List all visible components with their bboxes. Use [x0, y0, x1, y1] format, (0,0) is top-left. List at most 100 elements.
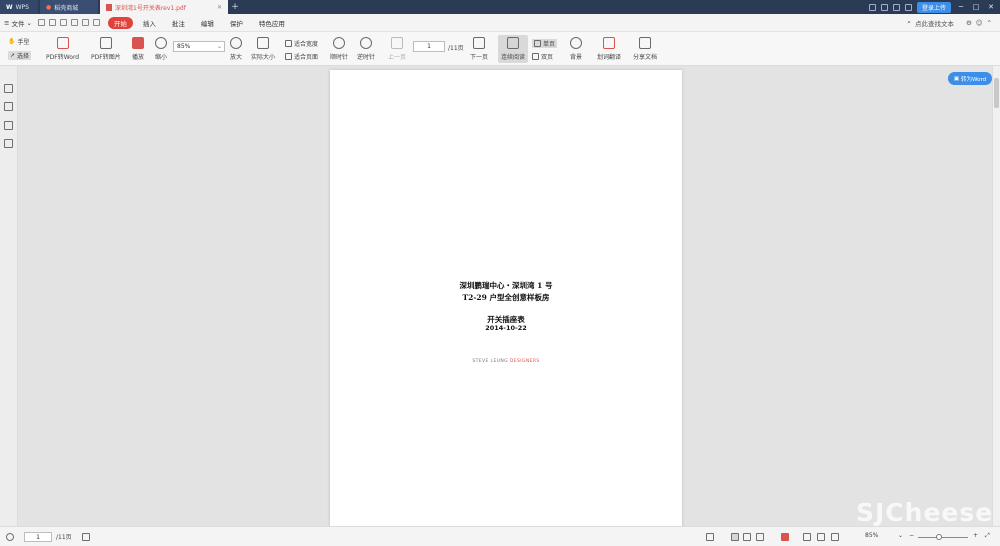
- maximize-icon[interactable]: □: [971, 3, 981, 11]
- tab-special[interactable]: 特色应用: [253, 17, 291, 29]
- next-page-button[interactable]: 下一页: [470, 37, 488, 61]
- redo-icon[interactable]: [81, 19, 89, 26]
- menu-bar: ≡ 文件 ⌄ 开始 插入 批注 编辑 保护 特色应用 ⌕ 点此查找文本 ⚙ ☺ …: [0, 14, 1000, 32]
- smile-icon[interactable]: ☺: [976, 19, 983, 27]
- single-page-button[interactable]: 单页: [532, 39, 558, 48]
- double-view-icon[interactable]: [743, 533, 751, 541]
- flame-icon: ●: [46, 3, 52, 11]
- translate-button[interactable]: 划词翻译: [597, 37, 621, 61]
- fit-width-label: 适合宽度: [294, 41, 319, 48]
- double-page-icon: [532, 53, 539, 60]
- print-icon[interactable]: [59, 19, 67, 26]
- hand-tool-button[interactable]: ✋ 手型: [8, 37, 30, 46]
- status-bar: 1 /11页 85% ⌄ − + ⤢: [0, 526, 1000, 546]
- annotation-icon[interactable]: [4, 121, 13, 130]
- tab-document[interactable]: 深圳湾1号开关表rev1.pdf ✕: [100, 0, 228, 14]
- select-tool-button[interactable]: ➚ 选择: [8, 51, 32, 60]
- double-page-label: 双页: [541, 54, 554, 61]
- cloud-icon[interactable]: [904, 3, 912, 11]
- fit-page-icon: [285, 53, 292, 60]
- page-total: /11页: [448, 45, 464, 52]
- search-area[interactable]: ⌕ 点此查找文本 ⚙ ☺ ⌃: [907, 18, 1000, 28]
- gear-icon[interactable]: ⚙: [966, 19, 972, 27]
- save-icon[interactable]: [48, 19, 56, 26]
- document-area: 深圳鹏瑞中心・深圳湾 1 号 T2-29 户型全创意样板房 开关插座表 2014…: [18, 66, 992, 528]
- zoom-out-button[interactable]: 缩小: [155, 37, 167, 61]
- status-page-input[interactable]: 1: [24, 532, 52, 542]
- chevron-down-icon[interactable]: ⌄: [898, 532, 903, 539]
- next-page-icon[interactable]: [82, 533, 90, 541]
- pdf-to-image-button[interactable]: PDF转图片: [91, 37, 121, 61]
- quick-access-toolbar: [37, 19, 100, 26]
- undo-icon[interactable]: [70, 19, 78, 26]
- single-page-label: 单页: [543, 41, 556, 48]
- play-icon[interactable]: [781, 533, 789, 541]
- file-label: 文件: [11, 19, 25, 28]
- fit-page-button[interactable]: 适合页面: [285, 52, 318, 61]
- zoom-slider-knob[interactable]: [936, 534, 942, 540]
- prev-page-icon[interactable]: [6, 533, 14, 541]
- continuous-read-label: 连续阅读: [501, 54, 526, 61]
- play-button[interactable]: 播放: [132, 37, 144, 61]
- close-window-icon[interactable]: ✕: [986, 3, 996, 11]
- minimize-icon[interactable]: ─: [956, 3, 966, 11]
- prev-page-button[interactable]: 上一页: [388, 37, 406, 61]
- select-label: 选择: [17, 53, 30, 60]
- tab-label: WPS: [15, 3, 29, 11]
- page-number-input[interactable]: 1: [413, 41, 445, 52]
- fit-view-icon[interactable]: [803, 533, 811, 541]
- mail-icon[interactable]: [880, 3, 888, 11]
- rotate-ccw-label: 逆时针: [357, 54, 376, 61]
- single-view-icon[interactable]: [731, 533, 739, 541]
- tab-insert[interactable]: 插入: [137, 17, 162, 29]
- zoom-select[interactable]: 85% ⌄: [173, 41, 225, 52]
- fit-width-view-icon[interactable]: [817, 533, 825, 541]
- pdf-to-word-button[interactable]: PDF转Word: [46, 37, 79, 61]
- eye-icon[interactable]: [706, 533, 714, 541]
- chevron-down-icon: ⌄: [216, 43, 222, 50]
- tab-store[interactable]: ● 稻壳商城: [40, 0, 98, 14]
- search-panel-icon[interactable]: [4, 139, 13, 148]
- background-button[interactable]: 背景: [570, 37, 582, 61]
- watermark: SJCheese: [856, 498, 994, 527]
- tab-wps[interactable]: W WPS: [0, 0, 38, 14]
- scrollbar-thumb[interactable]: [994, 78, 999, 108]
- login-button[interactable]: 登录上传: [916, 1, 951, 13]
- actual-size-button[interactable]: 实际大小: [251, 37, 275, 61]
- plus-icon[interactable]: +: [973, 532, 978, 539]
- convert-to-word-button[interactable]: ▣ 转为Word: [948, 72, 992, 85]
- fit-width-button[interactable]: 适合宽度: [285, 39, 318, 48]
- search-icon: ⌕: [907, 18, 911, 26]
- new-tab-button[interactable]: +: [228, 0, 242, 14]
- tab-annotate[interactable]: 批注: [166, 17, 191, 29]
- skin-icon[interactable]: [868, 3, 876, 11]
- tab-start[interactable]: 开始: [107, 16, 133, 29]
- feedback-icon[interactable]: [892, 3, 900, 11]
- brand-name: STEVE LEUNG: [472, 359, 510, 364]
- book-view-icon[interactable]: [756, 533, 764, 541]
- rotate-ccw-button[interactable]: 逆时针: [357, 37, 375, 61]
- tab-protect[interactable]: 保护: [224, 17, 249, 29]
- chevron-up-icon[interactable]: ⌃: [987, 19, 992, 27]
- open-icon[interactable]: [37, 19, 45, 26]
- bookmark-icon[interactable]: [4, 102, 13, 111]
- format-icon[interactable]: [92, 19, 100, 26]
- play-label: 播放: [132, 54, 145, 61]
- zoom-in-button[interactable]: 放大: [230, 37, 242, 61]
- pdf-to-word-icon: [56, 37, 69, 49]
- vertical-scrollbar[interactable]: [992, 66, 1000, 526]
- tab-edit[interactable]: 编辑: [195, 17, 220, 29]
- close-icon[interactable]: ✕: [217, 4, 222, 11]
- zoom-slider[interactable]: [918, 537, 968, 538]
- continuous-read-button[interactable]: 连续阅读: [498, 35, 529, 63]
- minus-icon[interactable]: −: [909, 532, 914, 539]
- share-button[interactable]: 分享文档: [633, 37, 657, 61]
- fullscreen-icon[interactable]: ⤢: [985, 532, 990, 540]
- actual-view-icon[interactable]: [831, 533, 839, 541]
- file-menu[interactable]: ≡ 文件 ⌄: [4, 18, 32, 28]
- rotate-cw-button[interactable]: 顺时针: [330, 37, 348, 61]
- double-page-button[interactable]: 双页: [532, 52, 553, 61]
- thumbnail-icon[interactable]: [4, 84, 13, 93]
- left-sidebar: [0, 66, 18, 526]
- search-label: 点此查找文本: [914, 19, 954, 28]
